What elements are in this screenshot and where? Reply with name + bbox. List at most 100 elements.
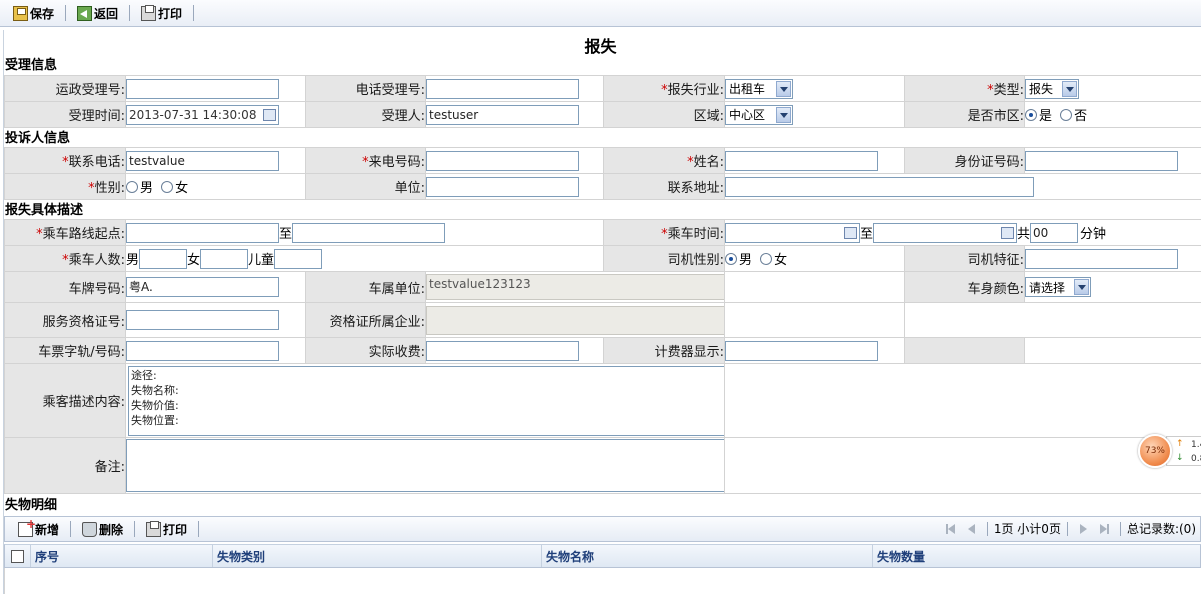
back-label: 返回 bbox=[94, 6, 119, 21]
grid-print-button[interactable]: 打印 bbox=[141, 519, 192, 539]
phone-no-input[interactable] bbox=[426, 78, 579, 99]
label-unit: 单位: bbox=[305, 173, 426, 200]
next-page-icon[interactable] bbox=[1077, 522, 1091, 536]
accept-info-table: 运政受理号: 电话受理号: *报失行业: 出租车 *类型: 报失 受理时间: 2… bbox=[4, 75, 1201, 128]
license-input[interactable] bbox=[126, 310, 279, 330]
label-passengers: *乘车人数: bbox=[4, 245, 126, 272]
dropdown-arrow-icon bbox=[1062, 80, 1077, 97]
page-info: 1页 小计0页 bbox=[993, 522, 1061, 536]
gender-female-radio[interactable] bbox=[161, 181, 174, 193]
ticket-input[interactable] bbox=[126, 340, 279, 361]
name-input[interactable] bbox=[725, 150, 878, 171]
add-label: 新增 bbox=[35, 522, 60, 537]
ride-time-start-input[interactable] bbox=[725, 222, 860, 243]
accept-time-input[interactable]: 2013-07-31 14:30:08 bbox=[126, 104, 279, 125]
back-button[interactable]: 返回 bbox=[72, 3, 123, 23]
passengers-female-label: 女 bbox=[187, 253, 201, 268]
complainant-table: *联系电话: testvalue *来电号码: *姓名: 身份证号码: *性别:… bbox=[4, 147, 1201, 200]
label-vehicle-unit: 车属单位: bbox=[305, 271, 426, 303]
passengers-female-input[interactable] bbox=[200, 248, 249, 269]
contact-phone-input[interactable]: testvalue bbox=[126, 150, 279, 171]
caller-no-input[interactable] bbox=[426, 150, 579, 171]
save-icon bbox=[13, 5, 28, 21]
city-yes-radio[interactable] bbox=[1025, 109, 1037, 121]
city-yes-label: 是 bbox=[1039, 109, 1053, 124]
label-license-company: 资格证所属企业: bbox=[305, 302, 426, 338]
upload-speed: 1.4 bbox=[1191, 440, 1201, 450]
label-passenger-desc: 乘客描述内容: bbox=[4, 363, 126, 438]
label-address: 联系地址: bbox=[603, 173, 725, 200]
type-select[interactable]: 报失 bbox=[1025, 78, 1079, 99]
add-button[interactable]: 新增 bbox=[13, 517, 64, 539]
city-no-radio[interactable] bbox=[1060, 109, 1073, 121]
label-meter: 计费器显示: bbox=[603, 337, 725, 364]
printer-icon bbox=[146, 520, 162, 537]
upload-arrow-icon: ↑ bbox=[1176, 439, 1184, 449]
fare-input[interactable] bbox=[426, 340, 579, 361]
passengers-male-input[interactable] bbox=[139, 248, 188, 269]
network-monitor-widget[interactable]: ↑ 1.4 ↓ 0.8 73% bbox=[1136, 432, 1201, 470]
first-page-icon[interactable] bbox=[944, 522, 958, 536]
gender-male-radio[interactable] bbox=[126, 181, 138, 193]
main-toolbar: 保存 返回 打印 bbox=[0, 0, 1201, 27]
minutes-input[interactable]: 00 bbox=[1030, 222, 1079, 243]
label-remark: 备注: bbox=[4, 437, 126, 494]
passengers-child-input[interactable] bbox=[274, 248, 323, 269]
save-button[interactable]: 保存 bbox=[8, 3, 59, 23]
route-to-label: 至 bbox=[279, 227, 293, 242]
description-table: *乘车路线起点: 至 *乘车时间: 至 共 00 分钟 *乘车人数: 男 女 儿… bbox=[4, 219, 1201, 494]
toolbar-divider bbox=[193, 5, 195, 21]
driver-female-radio[interactable] bbox=[760, 253, 773, 265]
print-button[interactable]: 打印 bbox=[136, 3, 187, 23]
route-start-input[interactable] bbox=[126, 222, 279, 243]
label-industry: *报失行业: bbox=[603, 75, 725, 102]
select-all-checkbox[interactable] bbox=[11, 549, 24, 563]
column-header[interactable]: 失物类别 bbox=[213, 545, 542, 567]
calendar-icon[interactable] bbox=[1001, 226, 1015, 239]
driver-feature-input[interactable] bbox=[1025, 248, 1178, 269]
ride-time-end-input[interactable] bbox=[873, 222, 1018, 243]
plate-input[interactable]: 粤A. bbox=[126, 277, 279, 297]
driver-male-radio[interactable] bbox=[725, 253, 737, 265]
passengers-male-label: 男 bbox=[126, 253, 140, 268]
grid-print-label: 打印 bbox=[163, 522, 188, 537]
column-header[interactable]: 失物名称 bbox=[542, 545, 873, 567]
label-is-city: 是否市区: bbox=[904, 101, 1025, 128]
acceptor-input[interactable]: testuser bbox=[426, 104, 579, 125]
driver-male-label: 男 bbox=[739, 253, 753, 268]
gender-male-label: 男 bbox=[140, 181, 154, 196]
toolbar-divider bbox=[198, 521, 200, 537]
body-color-select[interactable]: 请选择 bbox=[1025, 277, 1091, 297]
id-number-input[interactable] bbox=[1025, 150, 1178, 171]
toolbar-divider bbox=[134, 521, 136, 537]
calendar-icon[interactable] bbox=[844, 226, 857, 239]
label-name: *姓名: bbox=[603, 147, 725, 174]
region-select[interactable]: 中心区 bbox=[725, 104, 793, 125]
column-header[interactable]: 序号 bbox=[31, 545, 213, 567]
label-contact-phone: *联系电话: bbox=[4, 147, 126, 174]
last-page-icon[interactable] bbox=[1097, 522, 1111, 536]
address-input[interactable] bbox=[725, 176, 1034, 197]
column-header[interactable]: 失物数量 bbox=[873, 545, 1200, 567]
toolbar-divider bbox=[129, 5, 131, 21]
industry-select[interactable]: 出租车 bbox=[725, 78, 793, 99]
label-plate: 车牌号码: bbox=[4, 271, 126, 303]
unit-input[interactable] bbox=[426, 176, 579, 197]
transport-no-input[interactable] bbox=[126, 78, 279, 99]
driver-female-label: 女 bbox=[774, 253, 788, 268]
delete-label: 删除 bbox=[99, 522, 124, 537]
calendar-icon[interactable] bbox=[263, 108, 276, 121]
delete-button[interactable]: 删除 bbox=[77, 519, 128, 539]
lost-items-body bbox=[4, 568, 1201, 594]
meter-input[interactable] bbox=[725, 340, 878, 361]
memory-usage-ball[interactable]: 73% bbox=[1138, 434, 1172, 468]
total-records: 总记录数:(0) bbox=[1126, 522, 1196, 536]
prev-page-icon[interactable] bbox=[964, 522, 978, 536]
print-label: 打印 bbox=[158, 6, 183, 21]
toolbar-divider bbox=[65, 5, 67, 21]
label-transport-no: 运政受理号: bbox=[4, 75, 126, 102]
back-icon bbox=[77, 5, 93, 21]
trash-icon bbox=[82, 521, 98, 537]
download-speed: 0.8 bbox=[1191, 454, 1201, 464]
route-end-input[interactable] bbox=[292, 222, 446, 243]
